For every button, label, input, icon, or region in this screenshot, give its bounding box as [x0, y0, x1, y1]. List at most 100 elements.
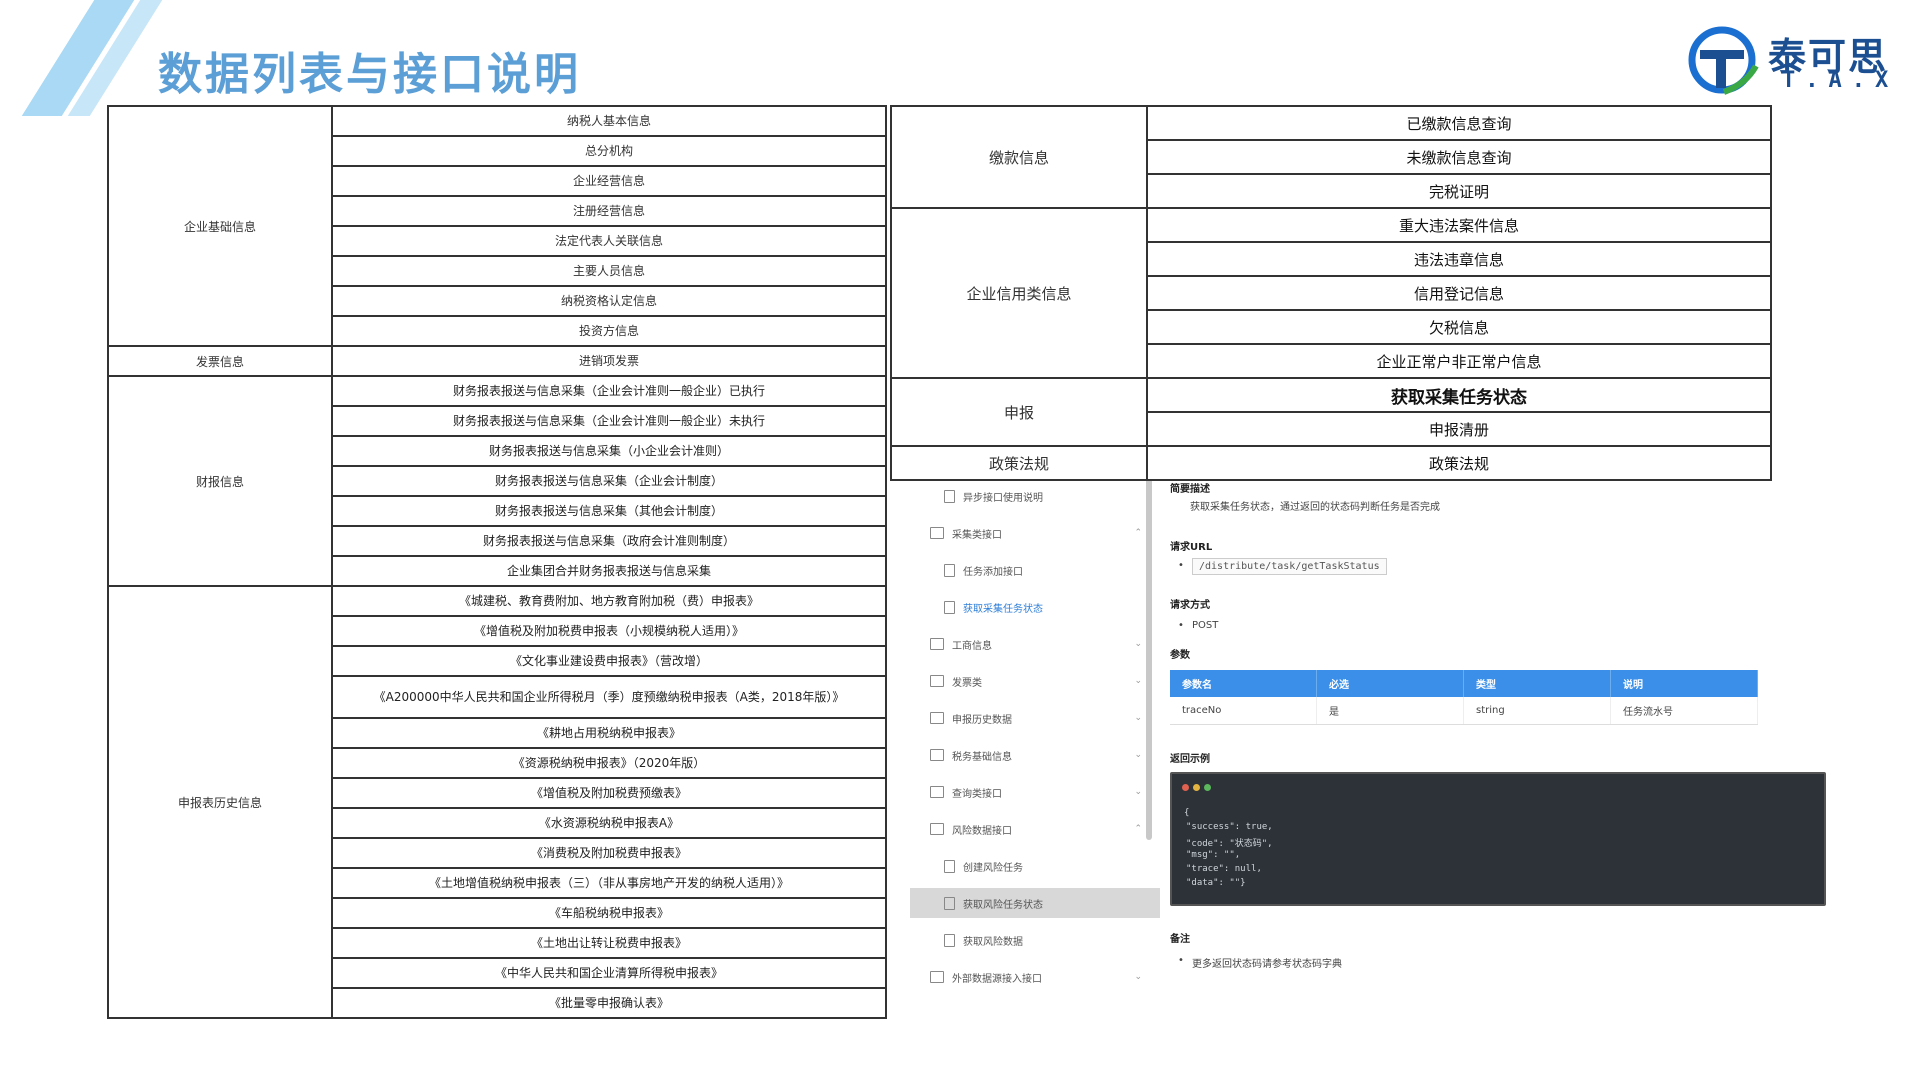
params-cell: 是	[1316, 697, 1464, 725]
file-icon	[944, 600, 955, 614]
table-row: 缴款信息 已缴款信息查询	[890, 105, 1772, 209]
sidebar-item[interactable]: 获取风险数据	[910, 925, 1160, 955]
folder-icon	[930, 749, 944, 761]
interface-item-cell: 政策法规	[1146, 445, 1772, 481]
data-item-cell: 投资方信息	[331, 315, 887, 347]
sidebar-item-label: 异步接口使用说明	[963, 492, 1043, 504]
brief-title: 简要描述	[1170, 484, 1210, 495]
params-cell: 任务流水号	[1610, 697, 1758, 725]
sidebar-item-label: 创建风险任务	[963, 862, 1023, 874]
sidebar-item[interactable]: 采集类接口 ⌃	[910, 518, 1160, 548]
data-item-cell: 《增值税及附加税费预缴表》	[331, 777, 887, 809]
interface-item-cell: 信用登记信息	[1146, 275, 1772, 311]
sidebar-item[interactable]: 任务添加接口	[910, 555, 1160, 585]
table-row: 政策法规 政策法规	[890, 445, 1772, 481]
data-item-cell: 《A200000中华人民共和国企业所得税月（季）度预缴纳税申报表（A类，2018…	[331, 675, 887, 719]
sidebar-item[interactable]: 查询类接口 ⌄	[910, 777, 1160, 807]
data-item-cell: 《土地出让转让税费申报表》	[331, 927, 887, 959]
sidebar-item-label: 税务基础信息	[952, 751, 1012, 763]
data-item-cell: 进销项发票	[331, 345, 887, 377]
sidebar-item-label: 工商信息	[952, 640, 992, 652]
table-row: 申报表历史信息 《城建税、教育费附加、地方教育附加税（费）申报表》	[107, 585, 887, 1019]
data-list-table: 企业基础信息 纳税人基本信息 总分机构 企业经营信息 注册经营信息 法定代表人关联信息 主要…	[107, 105, 887, 1019]
return-code-block: {"success": true, "code": "状态码", "msg": ""…	[1170, 772, 1826, 906]
interface-item-cell: 未缴款信息查询	[1146, 139, 1772, 175]
data-item-cell: 企业经营信息	[331, 165, 887, 197]
category-cell: 申报	[890, 377, 1148, 447]
url-title: 请求URL	[1170, 542, 1213, 553]
category-cell: 企业基础信息	[107, 105, 333, 347]
params-title: 参数	[1170, 650, 1190, 661]
sidebar-item-label: 采集类接口	[952, 529, 1002, 541]
method-title: 请求方式	[1170, 600, 1210, 611]
bullet-icon: •	[1178, 620, 1184, 631]
sidebar-item[interactable]: 外部数据源接入接口 ⌄	[910, 962, 1160, 992]
table-row: 申报 获取采集任务状态	[890, 377, 1772, 447]
sidebar-item[interactable]: 税务基础信息 ⌄	[910, 740, 1160, 770]
code-line: {	[1184, 808, 1190, 818]
brand-logo: 泰可思 T.A.X	[1686, 22, 1906, 102]
data-item-cell: 《中华人民共和国企业清算所得税申报表》	[331, 957, 887, 989]
brand-sub: T.A.X	[1782, 68, 1899, 93]
sidebar-item[interactable]: 申报历史数据 ⌄	[910, 703, 1160, 733]
sidebar-item[interactable]: 工商信息 ⌄	[910, 629, 1160, 659]
category-cell: 财报信息	[107, 375, 333, 587]
interface-item-cell: 完税证明	[1146, 173, 1772, 209]
data-item-cell: 主要人员信息	[331, 255, 887, 287]
code-line: "code": "状态码",	[1186, 839, 1273, 849]
data-item-cell: 《水资源税纳税申报表A》	[331, 807, 887, 839]
folder-icon	[930, 527, 944, 539]
file-icon	[944, 896, 955, 910]
data-item-cell: 财务报表报送与信息采集（政府会计准则制度）	[331, 525, 887, 557]
chevron-icon[interactable]: ⌄	[1134, 676, 1142, 686]
chevron-icon[interactable]: ⌄	[1134, 750, 1142, 760]
sidebar-item[interactable]: 异步接口使用说明	[910, 481, 1160, 511]
sidebar-item-label: 获取采集任务状态	[963, 603, 1043, 615]
data-item-cell: 《批量零申报确认表》	[331, 987, 887, 1019]
table-row: 发票信息 进销项发票	[107, 345, 887, 377]
data-item-cell: 纳税人基本信息	[331, 105, 887, 137]
chevron-icon[interactable]: ⌄	[1134, 972, 1142, 982]
note-title: 备注	[1170, 934, 1190, 945]
sidebar-item[interactable]: 风险数据接口 ⌃	[910, 814, 1160, 844]
sidebar-item[interactable]: 获取风险任务状态	[910, 888, 1160, 918]
folder-icon	[930, 712, 944, 724]
sidebar-item[interactable]: 创建风险任务	[910, 851, 1160, 881]
chevron-icon[interactable]: ⌄	[1134, 787, 1142, 797]
sidebar-item[interactable]: 获取采集任务状态	[910, 592, 1160, 622]
data-item-cell: 财务报表报送与信息采集（小企业会计准则）	[331, 435, 887, 467]
file-icon	[944, 489, 955, 503]
category-cell: 缴款信息	[890, 105, 1148, 209]
window-max-dot	[1204, 784, 1211, 791]
chevron-icon[interactable]: ⌄	[1134, 639, 1142, 649]
chevron-icon[interactable]: ⌃	[1134, 528, 1142, 538]
data-item-cell: 《车船税纳税申报表》	[331, 897, 887, 929]
interface-item-cell: 重大违法案件信息	[1146, 207, 1772, 243]
data-item-cell: 《文化事业建设费申报表》（营改增）	[331, 645, 887, 677]
category-cell: 发票信息	[107, 345, 333, 377]
request-url: /distribute/task/getTaskStatus	[1192, 558, 1387, 575]
sidebar-item-label: 风险数据接口	[952, 825, 1012, 837]
params-table: 参数名 必选 类型 说明 traceNo 是 string 任务流水号	[1170, 670, 1758, 725]
folder-icon	[930, 823, 944, 835]
code-line: "success": true,	[1186, 822, 1273, 832]
data-item-cell: 《耕地占用税纳税申报表》	[331, 717, 887, 749]
table-row: 企业基础信息 纳税人基本信息	[107, 105, 887, 347]
table-row: traceNo 是 string 任务流水号	[1170, 697, 1758, 725]
folder-icon	[930, 786, 944, 798]
request-method: POST	[1192, 620, 1219, 631]
interface-item-cell: 申报清册	[1146, 411, 1772, 447]
sidebar-item[interactable]: 发票类 ⌄	[910, 666, 1160, 696]
folder-icon	[930, 638, 944, 650]
data-item-cell: 注册经营信息	[331, 195, 887, 227]
chevron-icon[interactable]: ⌃	[1134, 824, 1142, 834]
category-cell: 政策法规	[890, 445, 1148, 481]
folder-icon	[930, 675, 944, 687]
page-title: 数据列表与接口说明	[158, 49, 581, 100]
sidebar-scrollbar[interactable]	[1146, 450, 1152, 840]
data-item-cell: 财务报表报送与信息采集（企业会计准则一般企业）未执行	[331, 405, 887, 437]
data-item-cell: 《城建税、教育费附加、地方教育附加税（费）申报表》	[331, 585, 887, 617]
chevron-icon[interactable]: ⌄	[1134, 713, 1142, 723]
interface-item-cell: 违法违章信息	[1146, 241, 1772, 277]
data-item-cell: 企业集团合并财务报表报送与信息采集	[331, 555, 887, 587]
